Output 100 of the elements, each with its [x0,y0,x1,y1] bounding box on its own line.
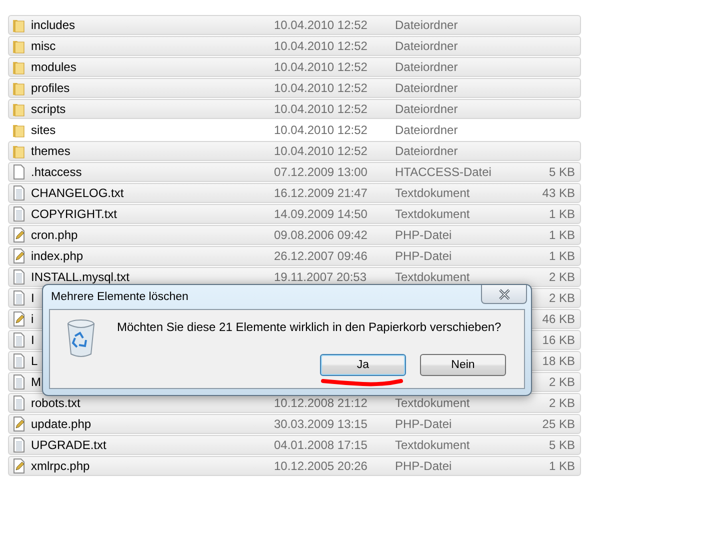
document-pencil-icon [12,416,26,432]
file-row[interactable]: scripts 10.04.2010 12:52 Dateiordner [8,99,581,119]
text-document-icon [12,206,26,222]
modified-date: 19.11.2007 20:53 [274,270,368,284]
dialog-button[interactable]: Nein [420,354,506,376]
file-name: UPGRADE.txt [31,438,106,452]
file-size: 46 KB [541,312,575,326]
file-row[interactable]: index.php 26.12.2007 09:46 PHP-Datei 1 KB [8,246,581,266]
modified-date: 10.04.2010 12:52 [274,60,368,74]
text-document-icon [12,353,26,369]
file-size: 43 KB [541,186,575,200]
file-type: Textdokument [395,396,471,410]
blank-file-icon [12,164,26,180]
file-row[interactable]: update.php 30.03.2009 13:15 PHP-Datei 25 KB [8,414,581,434]
file-type: Dateiordner [395,144,459,158]
file-row[interactable]: includes 10.04.2010 12:52 Dateiordner [8,15,581,35]
file-name: profiles [31,81,70,95]
file-size: 1 KB [548,228,575,242]
file-name: .htaccess [31,165,82,179]
modified-date: 10.12.2008 21:12 [274,396,368,410]
file-type: Textdokument [395,270,471,284]
file-name: I [31,291,34,305]
file-name: M [31,375,41,389]
file-name: sites [31,123,56,137]
modified-date: 16.12.2009 21:47 [274,186,368,200]
file-size: 2 KB [548,270,575,284]
file-name: update.php [31,417,92,431]
modified-date: 09.08.2006 09:42 [274,228,368,242]
file-name: CHANGELOG.txt [31,186,124,200]
file-type: Dateiordner [395,39,459,53]
file-row[interactable]: modules 10.04.2010 12:52 Dateiordner [8,57,581,77]
text-document-icon [12,290,26,306]
text-document-icon [12,185,26,201]
file-row[interactable]: COPYRIGHT.txt 14.09.2009 14:50 Textdokument 1 KB [8,204,581,224]
text-document-icon [12,395,26,411]
file-row[interactable]: CHANGELOG.txt 16.12.2009 21:47 Textdokument 43 KB [8,183,581,203]
file-name: cron.php [31,228,78,242]
file-name: index.php [31,249,84,263]
text-document-icon [12,374,26,390]
file-size: 16 KB [541,333,575,347]
file-type: Textdokument [395,186,471,200]
folder-icon [12,38,26,54]
recycle-bin-icon [65,318,97,358]
modified-date: 10.04.2010 12:52 [274,123,368,137]
file-size: 25 KB [541,417,575,431]
file-row[interactable]: UPGRADE.txt 04.01.2008 17:15 Textdokument 5 KB [8,435,581,455]
file-size: 1 KB [548,207,575,221]
modified-date: 14.09.2009 14:50 [274,207,368,221]
file-size: 1 KB [548,459,575,473]
file-type: Dateiordner [395,102,459,116]
file-type: PHP-Datei [395,459,453,473]
modified-date: 04.01.2008 17:15 [274,438,368,452]
modified-date: 10.04.2010 12:52 [274,39,368,53]
text-document-icon [12,437,26,453]
file-name: includes [31,18,76,32]
file-name: COPYRIGHT.txt [31,207,118,221]
modified-date: 26.12.2007 09:46 [274,249,368,263]
folder-icon [12,122,26,138]
document-pencil-icon [12,458,26,474]
file-type: Dateiordner [395,81,459,95]
file-row[interactable]: xmlrpc.php 10.12.2005 20:26 PHP-Datei 1 KB [8,456,581,476]
file-row[interactable]: sites 10.04.2010 12:52 Dateiordner [8,120,581,140]
folder-icon [12,101,26,117]
folder-icon [12,59,26,75]
modified-date: 10.04.2010 12:52 [274,144,368,158]
close-button[interactable] [481,285,527,304]
file-row[interactable]: themes 10.04.2010 12:52 Dateiordner [8,141,581,161]
file-name: L [31,354,38,368]
file-row[interactable]: profiles 10.04.2010 12:52 Dateiordner [8,78,581,98]
text-document-icon [12,332,26,348]
file-name: i [31,312,34,326]
file-name: INSTALL.mysql.txt [31,270,130,284]
file-name: modules [31,60,76,74]
file-name: misc [31,39,56,53]
file-name: themes [31,144,70,158]
modified-date: 10.04.2010 12:52 [274,102,368,116]
file-type: HTACCESS-Datei [395,165,492,179]
file-name: robots.txt [31,396,80,410]
file-type: PHP-Datei [395,417,453,431]
folder-icon [12,17,26,33]
modified-date: 30.03.2009 13:15 [274,417,368,431]
file-size: 5 KB [548,165,575,179]
file-size: 2 KB [548,375,575,389]
document-pencil-icon [12,248,26,264]
modified-date: 10.12.2005 20:26 [274,459,368,473]
modified-date: 07.12.2009 13:00 [274,165,368,179]
file-type: Textdokument [395,438,471,452]
dialog-title: Mehrere Elemente löschen [50,290,188,303]
file-row[interactable]: .htaccess 07.12.2009 13:00 HTACCESS-Datei 5 KB [8,162,581,182]
file-type: Dateiordner [395,123,459,137]
file-type: Dateiordner [395,60,459,74]
folder-icon [12,143,26,159]
dialog-button[interactable]: Ja [320,354,406,376]
file-size: 18 KB [541,354,575,368]
file-row[interactable]: cron.php 09.08.2006 09:42 PHP-Datei 1 KB [8,225,581,245]
file-name: I [31,333,34,347]
close-icon [498,288,510,300]
file-row[interactable]: misc 10.04.2010 12:52 Dateiordner [8,36,581,56]
file-type: PHP-Datei [395,228,453,242]
file-type: PHP-Datei [395,249,453,263]
